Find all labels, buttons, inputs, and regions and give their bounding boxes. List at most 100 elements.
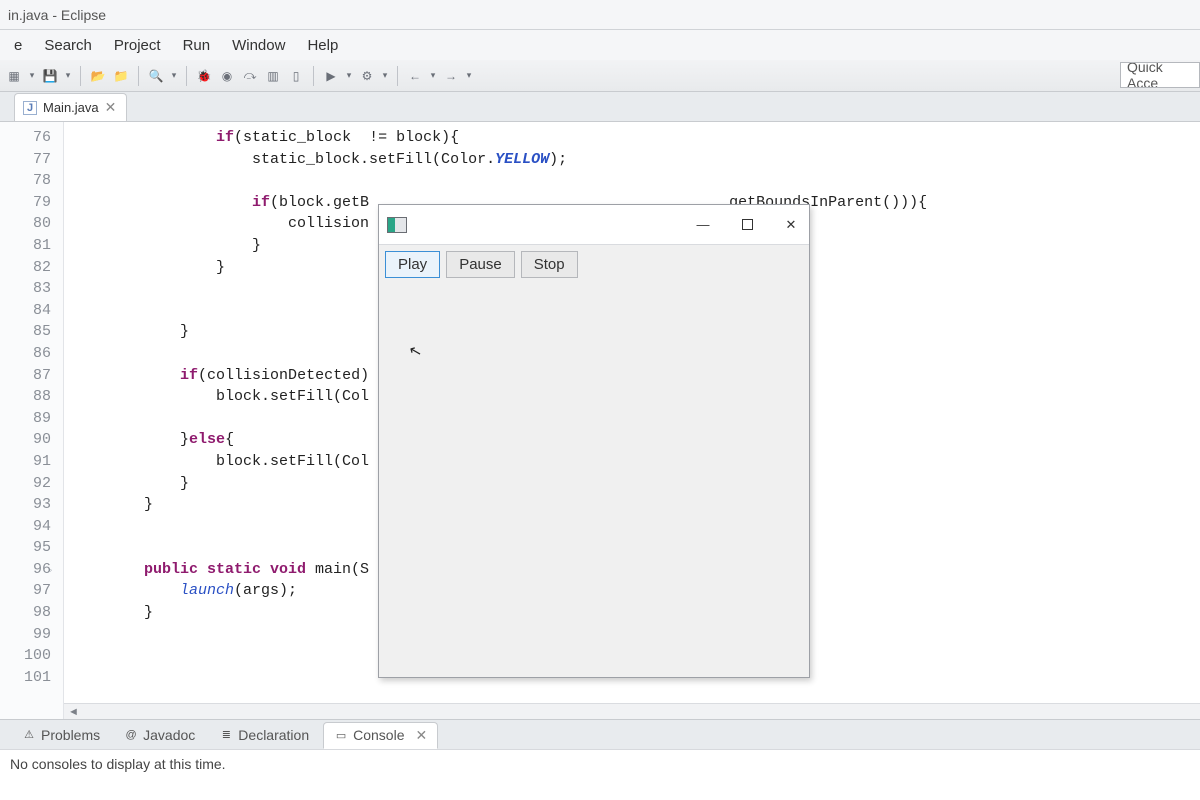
line-number: 88 xyxy=(0,386,51,408)
toolbar-separator xyxy=(138,66,139,86)
java-file-icon: J xyxy=(23,101,37,115)
dropdown-icon[interactable]: ▾ xyxy=(464,70,474,81)
package-icon[interactable]: 📁 xyxy=(111,66,131,86)
code-line[interactable]: if(static_block != block){ xyxy=(72,127,1200,149)
line-number: 99 xyxy=(0,624,51,646)
menu-item-project[interactable]: Project xyxy=(104,33,171,58)
bottom-view-tabs: ⚠ Problems @ Javadoc ≣ Declaration ▭ Console ✕ xyxy=(0,720,1200,750)
line-number: 78 xyxy=(0,170,51,192)
view-tab-problems[interactable]: ⚠ Problems xyxy=(12,723,110,747)
javafx-app-window[interactable]: — ✕ PlayPauseStop ↖ xyxy=(378,204,810,678)
forward-icon[interactable]: → xyxy=(441,66,461,86)
view-tab-label: Javadoc xyxy=(143,727,195,743)
app-titlebar[interactable]: — ✕ xyxy=(379,205,809,245)
open-type-icon[interactable]: 📂 xyxy=(88,66,108,86)
stop-button[interactable]: Stop xyxy=(521,251,578,278)
toolbar-separator xyxy=(313,66,314,86)
view-tab-label: Console xyxy=(353,727,404,743)
external-icon[interactable]: ⚙ xyxy=(357,66,377,86)
toggle-mark-icon[interactable]: ▯ xyxy=(286,66,306,86)
toolbar-separator xyxy=(80,66,81,86)
line-number: 91 xyxy=(0,451,51,473)
toolbar-separator xyxy=(397,66,398,86)
console-icon: ▭ xyxy=(334,728,348,742)
code-line[interactable] xyxy=(72,170,1200,192)
menu-bar: eSearchProjectRunWindowHelp xyxy=(0,30,1200,60)
scroll-left-icon[interactable]: ◄ xyxy=(68,706,79,718)
javadoc-icon: @ xyxy=(124,728,138,742)
line-number: 96 xyxy=(0,559,51,581)
menu-item-window[interactable]: Window xyxy=(222,33,295,58)
main-toolbar: ▦▾💾▾📂📁🔍▾🐞◉⤼▥▯▶▾⚙▾←▾→▾ Quick Acce xyxy=(0,60,1200,92)
line-number: 82 xyxy=(0,257,51,279)
dropdown-icon[interactable]: ▾ xyxy=(428,70,438,81)
line-number: 79 xyxy=(0,192,51,214)
menu-item-e[interactable]: e xyxy=(4,33,32,58)
line-number: 100 xyxy=(0,645,51,667)
line-number: 90 xyxy=(0,429,51,451)
horizontal-scrollbar[interactable]: ◄ xyxy=(64,703,1200,719)
run-icon[interactable]: ▶ xyxy=(321,66,341,86)
view-tab-label: Declaration xyxy=(238,727,309,743)
coverage-icon[interactable]: ▥ xyxy=(263,66,283,86)
line-number: 86 xyxy=(0,343,51,365)
menu-item-run[interactable]: Run xyxy=(173,33,221,58)
view-tab-javadoc[interactable]: @ Javadoc xyxy=(114,723,205,747)
back-icon[interactable]: ← xyxy=(405,66,425,86)
mouse-cursor-icon: ↖ xyxy=(407,341,424,362)
line-number: 95 xyxy=(0,537,51,559)
line-number: 92 xyxy=(0,473,51,495)
maximize-icon[interactable] xyxy=(737,215,757,235)
save-icon[interactable]: 💾 xyxy=(40,66,60,86)
problems-icon: ⚠ xyxy=(22,728,36,742)
dropdown-icon[interactable]: ▾ xyxy=(344,70,354,81)
view-tab-label: Problems xyxy=(41,727,100,743)
view-tab-declaration[interactable]: ≣ Declaration xyxy=(209,723,319,747)
line-number: 94 xyxy=(0,516,51,538)
dropdown-icon[interactable]: ▾ xyxy=(27,70,37,81)
search-icon[interactable]: 🔍 xyxy=(146,66,166,86)
code-line[interactable]: static_block.setFill(Color.YELLOW); xyxy=(72,149,1200,171)
line-number: 77 xyxy=(0,149,51,171)
line-number: 76 xyxy=(0,127,51,149)
line-number-gutter: 7677787980818283848586878889909192939495… xyxy=(0,122,64,719)
declaration-icon: ≣ xyxy=(219,728,233,742)
app-button-row: PlayPauseStop xyxy=(379,245,809,284)
menu-item-help[interactable]: Help xyxy=(297,33,348,58)
line-number: 85 xyxy=(0,321,51,343)
minimize-icon[interactable]: — xyxy=(693,215,713,235)
dropdown-icon[interactable]: ▾ xyxy=(169,70,179,81)
close-icon[interactable]: ✕ xyxy=(781,215,801,235)
menu-item-search[interactable]: Search xyxy=(34,33,102,58)
line-number: 97 xyxy=(0,580,51,602)
file-tab-label: Main.java xyxy=(43,100,99,115)
line-number: 80 xyxy=(0,213,51,235)
quick-access-field[interactable]: Quick Acce xyxy=(1120,62,1200,88)
new-icon[interactable]: ▦ xyxy=(4,66,24,86)
java-app-icon xyxy=(387,217,407,233)
window-title: in.java - Eclipse xyxy=(8,7,106,23)
dropdown-icon[interactable]: ▾ xyxy=(380,70,390,81)
app-content-area[interactable]: ↖ xyxy=(379,284,809,677)
toggle-breakpoint-icon[interactable]: ◉ xyxy=(217,66,237,86)
close-icon[interactable]: ✕ xyxy=(416,727,428,744)
line-number: 98 xyxy=(0,602,51,624)
skip-icon[interactable]: ⤼ xyxy=(240,66,260,86)
line-number: 83 xyxy=(0,278,51,300)
line-number: 101 xyxy=(0,667,51,689)
editor-tabs-row: J Main.java ✕ xyxy=(0,92,1200,122)
window-title-bar: in.java - Eclipse xyxy=(0,0,1200,30)
close-icon[interactable]: ✕ xyxy=(105,99,117,116)
file-tab-main-java[interactable]: J Main.java ✕ xyxy=(14,93,127,121)
console-view: No consoles to display at this time. xyxy=(0,750,1200,800)
window-controls: — ✕ xyxy=(693,215,801,235)
play-button[interactable]: Play xyxy=(385,251,440,278)
dropdown-icon[interactable]: ▾ xyxy=(63,70,73,81)
debug-last-icon[interactable]: 🐞 xyxy=(194,66,214,86)
view-tab-console[interactable]: ▭ Console ✕ xyxy=(323,722,438,749)
pause-button[interactable]: Pause xyxy=(446,251,515,278)
line-number: 93 xyxy=(0,494,51,516)
line-number: 89 xyxy=(0,408,51,430)
toolbar-separator xyxy=(186,66,187,86)
console-empty-message: No consoles to display at this time. xyxy=(10,756,226,772)
